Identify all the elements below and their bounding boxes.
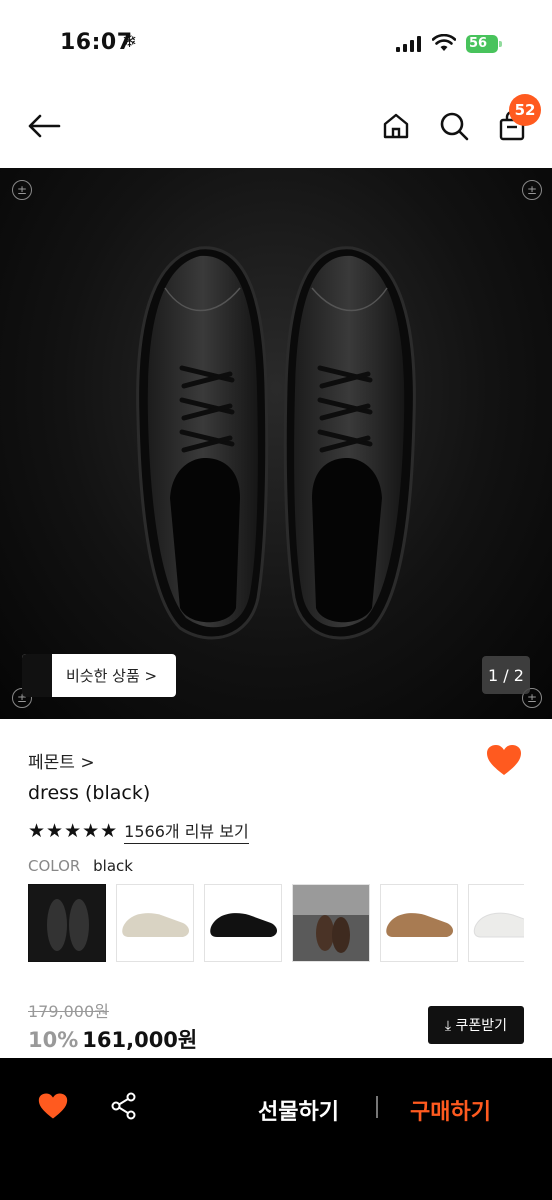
bar-divider: [376, 1096, 378, 1118]
gift-button[interactable]: 선물하기: [258, 1094, 339, 1126]
color-swatch-white[interactable]: [468, 884, 524, 962]
search-icon: [440, 112, 469, 141]
back-button[interactable]: [22, 104, 66, 148]
color-swatch-tan[interactable]: [380, 884, 458, 962]
buy-button[interactable]: 구매하기: [410, 1094, 491, 1126]
color-swatch-black-suede[interactable]: [204, 884, 282, 962]
bottom-wishlist-button[interactable]: [38, 1092, 68, 1124]
top-nav: [0, 80, 552, 168]
color-label: COLOR: [28, 857, 81, 875]
shoes-photo: [136, 246, 416, 640]
color-swatch-beige[interactable]: [116, 884, 194, 962]
color-swatch-black[interactable]: [28, 884, 106, 962]
arrow-left-icon: [28, 114, 61, 138]
brand-link[interactable]: 페몬트 >: [28, 748, 95, 773]
heart-icon: [38, 1093, 68, 1119]
similar-products-label: 비슷한 상품 >: [66, 667, 158, 685]
battery-indicator: 56: [466, 35, 498, 53]
product-image-gallery[interactable]: ± ± ± ± 비슷한 상품 > 1 / 2: [0, 168, 552, 719]
cart-count-badge: 52: [509, 94, 541, 126]
color-value: black: [93, 857, 133, 875]
wifi-icon: [432, 34, 456, 51]
heart-icon: [487, 745, 521, 775]
image-counter: 1 / 2: [482, 656, 530, 694]
home-icon: [383, 113, 409, 139]
status-bar: 16:07 ❄ 56: [0, 0, 552, 80]
home-button[interactable]: [374, 104, 418, 148]
battery-tip: [499, 41, 502, 47]
similar-products-button[interactable]: 비슷한 상품 >: [22, 654, 176, 697]
sale-price-row: 10% 161,000원: [28, 1024, 197, 1054]
zoom-corner-icon: ±: [12, 180, 32, 200]
star-rating-icon: ★★★★★: [28, 820, 119, 842]
snowflake-icon: ❄: [122, 31, 138, 52]
discount-rate: 10%: [28, 1028, 79, 1052]
color-swatch-brown-lifestyle[interactable]: [292, 884, 370, 962]
share-button[interactable]: [110, 1092, 138, 1124]
zoom-corner-icon: ±: [522, 180, 542, 200]
wishlist-button[interactable]: [486, 744, 522, 780]
search-button[interactable]: [432, 104, 476, 148]
product-name: dress (black): [28, 782, 151, 804]
sale-price: 161,000원: [82, 1028, 198, 1052]
similar-thumbnail: [22, 654, 52, 697]
coupon-button[interactable]: ⤓ 쿠폰받기: [428, 1006, 524, 1044]
color-swatches: [28, 884, 524, 964]
bottom-action-bar: 선물하기 구매하기: [0, 1058, 552, 1200]
signal-icon: [396, 36, 421, 52]
original-price: 179,000원: [28, 1002, 109, 1021]
color-row: COLOR black: [28, 857, 133, 875]
reviews-link[interactable]: 1566개 리뷰 보기: [124, 818, 249, 844]
rating-row: ★★★★★ 1566개 리뷰 보기: [28, 818, 249, 844]
share-icon: [111, 1092, 136, 1120]
